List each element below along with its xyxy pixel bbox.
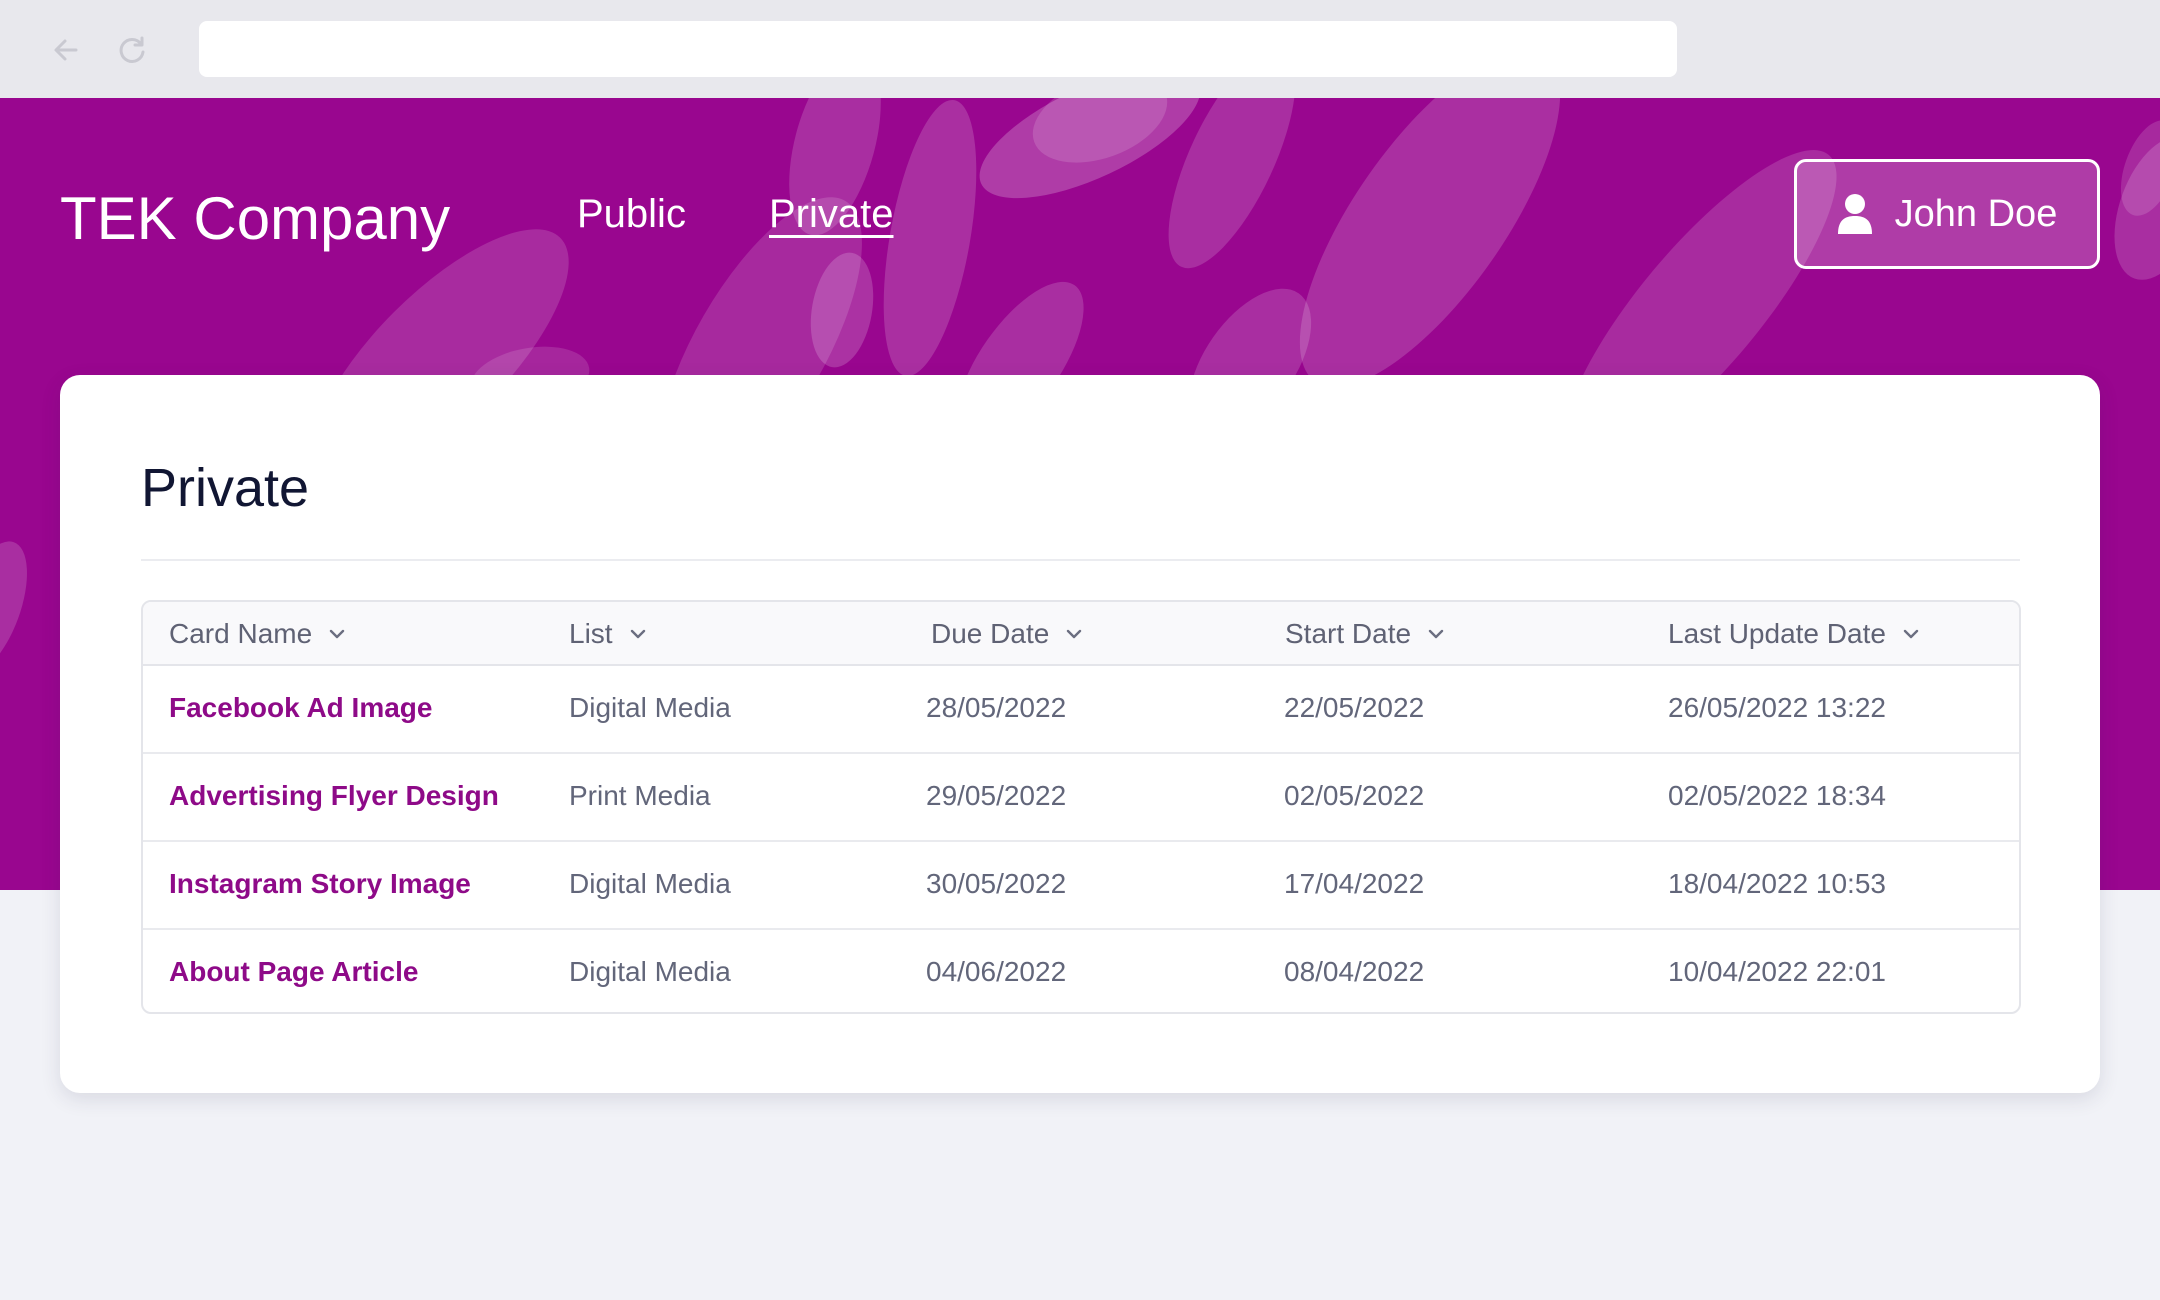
column-header-label: Card Name: [169, 618, 313, 649]
list-cell: Digital Media: [569, 692, 731, 723]
divider: [141, 559, 2020, 561]
last-update-cell: 10/04/2022 22:01: [1668, 956, 1886, 987]
due-date-cell: 28/05/2022: [926, 692, 1067, 723]
card-name-link[interactable]: Instagram Story Image: [169, 868, 471, 900]
browser-chrome: [0, 0, 2160, 98]
column-header-card-name[interactable]: Card Name: [169, 618, 348, 650]
due-date-cell: 30/05/2022: [926, 868, 1067, 899]
column-header-label: Last Update Date: [1668, 618, 1886, 649]
address-bar[interactable]: [199, 21, 1677, 77]
last-update-cell: 26/05/2022 13:22: [1668, 692, 1886, 723]
column-header-due-date[interactable]: Due Date: [931, 618, 1085, 650]
start-date-cell: 08/04/2022: [1284, 956, 1425, 987]
content-card: Private Card Name List Due Date Start Da…: [60, 375, 2100, 1093]
column-header-list[interactable]: List: [569, 618, 649, 650]
brand-logo[interactable]: TEK Company: [60, 184, 450, 253]
table-row[interactable]: About Page Article Digital Media 04/06/2…: [143, 930, 2019, 1012]
chevron-down-icon: [1067, 629, 1082, 639]
last-update-cell: 18/04/2022 10:53: [1668, 868, 1886, 899]
card-name-link[interactable]: About Page Article: [169, 956, 418, 988]
card-name-link[interactable]: Advertising Flyer Design: [169, 780, 499, 812]
chevron-down-icon: [630, 629, 645, 639]
list-cell: Digital Media: [569, 868, 731, 899]
chevron-down-icon: [1903, 629, 1919, 639]
table-header: Card Name List Due Date Start Date Last …: [143, 602, 2019, 666]
user-menu-button[interactable]: John Doe: [1794, 159, 2100, 269]
arrow-left-icon: [54, 39, 78, 61]
start-date-cell: 22/05/2022: [1284, 692, 1425, 723]
nav-public[interactable]: Public: [577, 192, 686, 237]
table-row[interactable]: Advertising Flyer Design Print Media 29/…: [143, 754, 2019, 842]
column-header-label: Start Date: [1285, 618, 1412, 649]
column-header-label: List: [569, 618, 613, 649]
user-name: John Doe: [1894, 192, 2058, 235]
reload-button[interactable]: [112, 30, 152, 70]
nav-private[interactable]: Private: [769, 192, 894, 237]
chevron-down-icon: [1428, 629, 1444, 639]
list-cell: Digital Media: [569, 956, 731, 987]
back-button[interactable]: [46, 30, 86, 70]
start-date-cell: 17/04/2022: [1284, 868, 1425, 899]
user-icon: [1837, 194, 1872, 234]
cards-table: Card Name List Due Date Start Date Last …: [141, 600, 2021, 1014]
column-header-label: Due Date: [931, 618, 1050, 649]
card-name-link[interactable]: Facebook Ad Image: [169, 692, 432, 724]
start-date-cell: 02/05/2022: [1284, 780, 1425, 811]
due-date-cell: 29/05/2022: [926, 780, 1067, 811]
table-row[interactable]: Instagram Story Image Digital Media 30/0…: [143, 842, 2019, 930]
list-cell: Print Media: [569, 780, 711, 811]
column-header-start-date[interactable]: Start Date: [1285, 618, 1447, 650]
table-row[interactable]: Facebook Ad Image Digital Media 28/05/20…: [143, 666, 2019, 754]
due-date-cell: 04/06/2022: [926, 956, 1067, 987]
page-title: Private: [141, 458, 310, 518]
last-update-cell: 02/05/2022 18:34: [1668, 780, 1886, 811]
chevron-down-icon: [329, 629, 345, 639]
column-header-last-update-date[interactable]: Last Update Date: [1668, 618, 1922, 650]
reload-icon: [119, 36, 145, 63]
